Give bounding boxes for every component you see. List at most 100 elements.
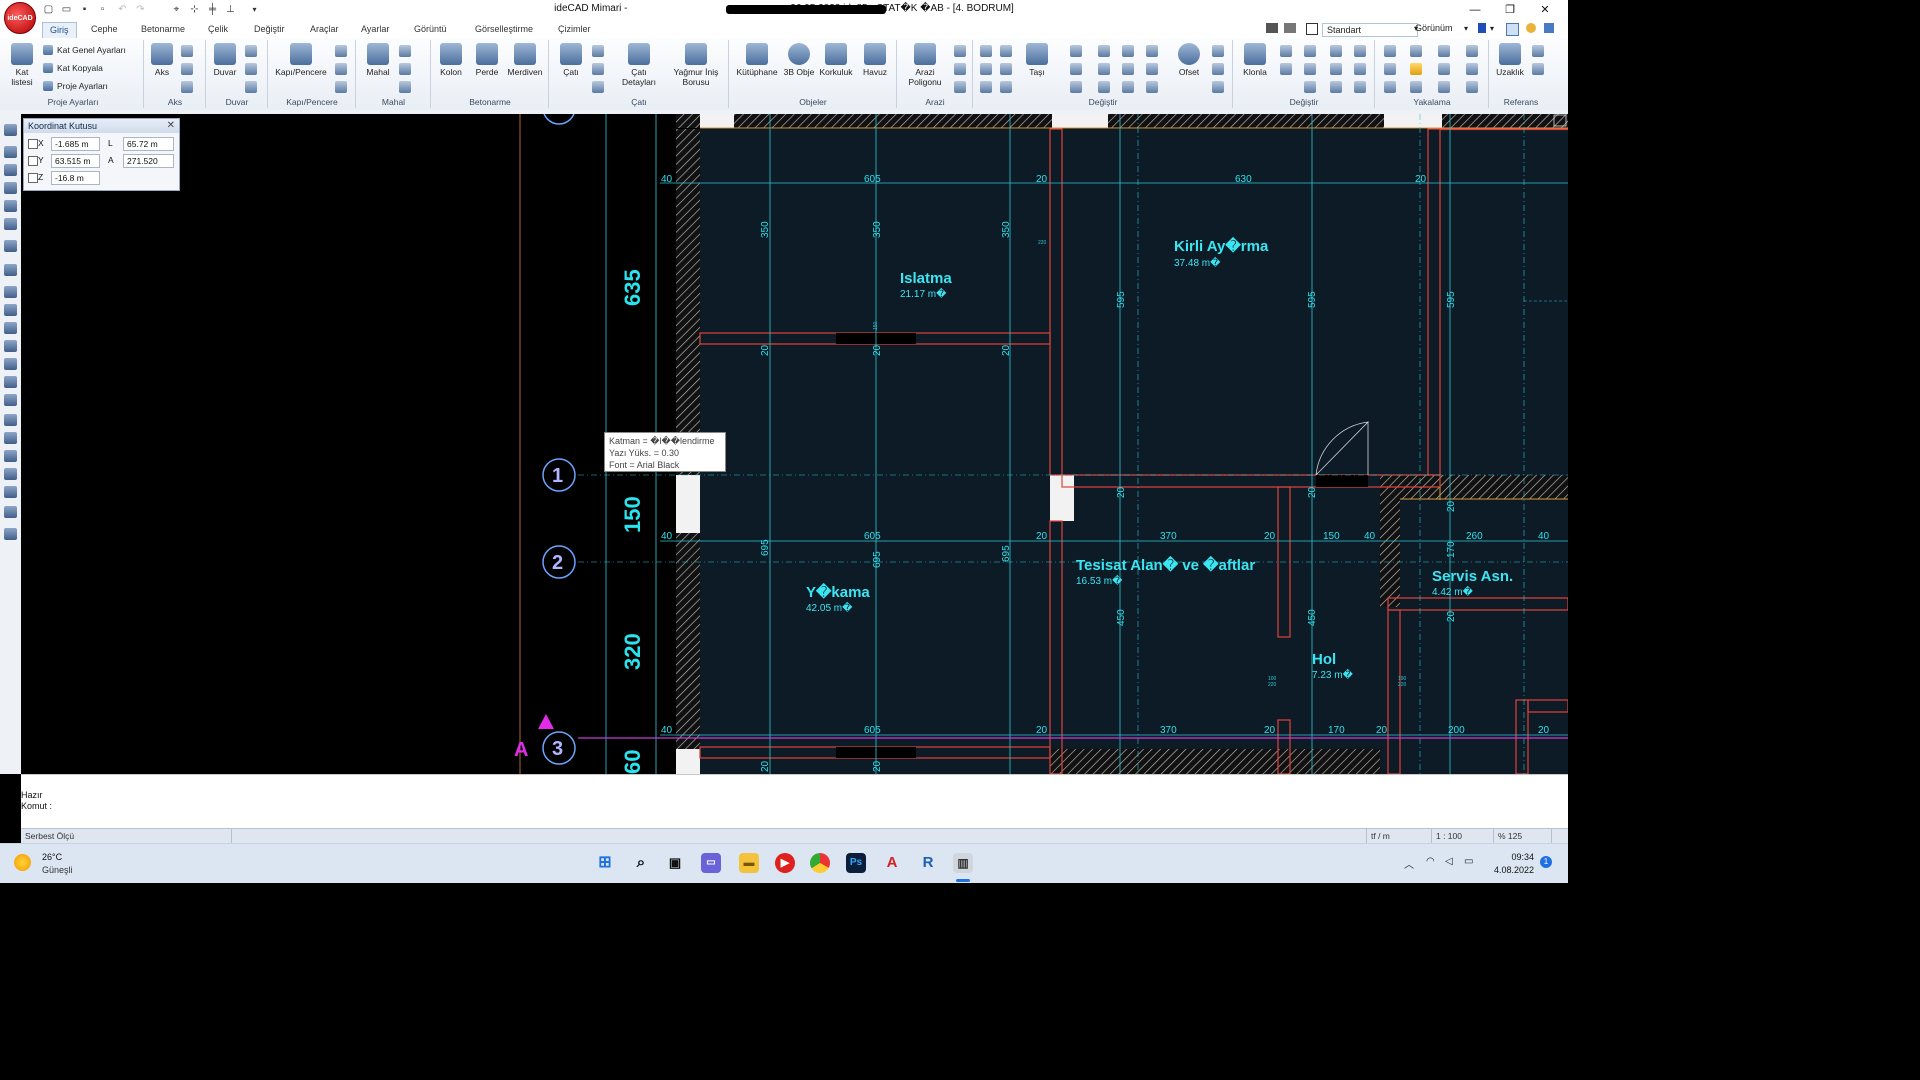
dimension-icon[interactable] xyxy=(4,450,17,462)
selection-icon[interactable] xyxy=(4,146,17,158)
auto-icon[interactable] xyxy=(4,528,17,540)
layers-icon[interactable] xyxy=(1284,23,1296,33)
x-checkbox[interactable] xyxy=(28,139,38,149)
chamfer-icon[interactable] xyxy=(1122,81,1134,93)
start-windows-icon[interactable]: ⊞ xyxy=(595,853,615,873)
tab-goruntu[interactable]: Görüntü xyxy=(407,22,454,37)
revit-icon[interactable]: R xyxy=(918,853,938,873)
help-book-icon[interactable] xyxy=(1478,23,1486,33)
leader-icon[interactable] xyxy=(4,486,17,498)
view-menu[interactable]: Görünüm xyxy=(1415,23,1453,33)
layer-paste-icon[interactable] xyxy=(1304,63,1316,75)
3b-obje-button[interactable]: 3B Obje xyxy=(782,43,816,77)
coordinate-box[interactable]: Koordinat Kutusu ✕ X -1.685 m L 65.72 m … xyxy=(23,118,180,191)
shutter-icon[interactable] xyxy=(335,81,347,93)
scale-icon[interactable] xyxy=(1070,81,1082,93)
app-logo[interactable]: ideCAD xyxy=(4,2,36,34)
room-icon[interactable] xyxy=(399,45,411,57)
opening-icon[interactable] xyxy=(335,63,347,75)
polyline-icon[interactable] xyxy=(4,432,17,444)
klonla-button[interactable]: Klonla xyxy=(1236,43,1274,77)
props-icon[interactable] xyxy=(1354,45,1366,57)
axis-edit-icon[interactable] xyxy=(181,81,193,93)
kapi-pencere-button[interactable]: Kapı/Pencere xyxy=(273,43,329,77)
y-checkbox[interactable] xyxy=(28,156,38,166)
ref-area-icon[interactable] xyxy=(1532,45,1544,57)
match-props-icon[interactable] xyxy=(4,200,17,212)
delete-icon[interactable] xyxy=(1330,63,1342,75)
scale-display[interactable]: 1 : 100 xyxy=(1431,829,1496,844)
snap-quad-icon[interactable] xyxy=(1438,81,1450,93)
properties-icon[interactable] xyxy=(4,182,17,194)
zoom-display[interactable]: % 125 xyxy=(1493,829,1554,844)
tab-araclar[interactable]: Araçlar xyxy=(303,22,346,37)
ofset-button[interactable]: Ofset xyxy=(1172,43,1206,77)
line-icon[interactable] xyxy=(4,414,17,426)
havuz-button[interactable]: Havuz xyxy=(858,43,892,77)
roof-window-icon[interactable] xyxy=(592,81,604,93)
eyedrop-icon[interactable] xyxy=(1354,81,1366,93)
erase-icon[interactable] xyxy=(980,63,992,75)
table-icon[interactable] xyxy=(399,81,411,93)
info-icon[interactable] xyxy=(1526,23,1536,33)
wall-tool-icon[interactable] xyxy=(245,45,257,57)
wall-join-icon[interactable] xyxy=(245,81,257,93)
hatch-tool-icon[interactable] xyxy=(4,218,17,230)
unit-display[interactable]: tf / m xyxy=(1366,829,1431,844)
layer-copy-icon[interactable] xyxy=(1304,45,1316,57)
wifi-icon[interactable]: ◠ xyxy=(1426,856,1435,867)
kat-genel-ayarlari-button[interactable]: Kat Genel Ayarları xyxy=(43,45,126,55)
task-view-icon[interactable]: ▣ xyxy=(665,853,685,873)
window-icon[interactable] xyxy=(335,45,347,57)
array-icon[interactable] xyxy=(1098,81,1110,93)
tab-celik[interactable]: Çelik xyxy=(201,22,235,37)
terrain-point-icon[interactable] xyxy=(954,45,966,57)
paste-icon[interactable] xyxy=(1280,63,1292,75)
drawing-canvas[interactable]: 1 2 3 A 635 150 320 60 40 605 20 630 20 … xyxy=(21,114,1568,774)
proje-ayarlari-button[interactable]: Proje Ayarları xyxy=(43,81,108,91)
media-player-icon[interactable]: ▶ xyxy=(775,853,795,873)
pick-icon[interactable] xyxy=(1000,81,1012,93)
floor-plan-drawing[interactable]: 1 2 3 A 635 150 320 60 40 605 20 630 20 … xyxy=(21,114,1568,774)
tab-ayarlar[interactable]: Ayarlar xyxy=(354,22,396,37)
hatch-icon[interactable] xyxy=(1354,63,1366,75)
cati-detaylari-button[interactable]: Çatı Detayları xyxy=(614,43,664,87)
view-chevron-icon[interactable]: ▾ xyxy=(1464,24,1468,33)
teams-chat-icon[interactable]: ▭ xyxy=(701,853,721,873)
snap-active-icon[interactable] xyxy=(1410,63,1422,75)
tab-cephe[interactable]: Cephe xyxy=(84,22,125,37)
text-icon[interactable] xyxy=(4,468,17,480)
fillet-icon[interactable] xyxy=(1122,63,1134,75)
x-field[interactable]: -1.685 m xyxy=(51,137,100,151)
beam-icon[interactable] xyxy=(4,286,17,298)
snap-grid-icon[interactable] xyxy=(1384,63,1396,75)
snap-perp-icon[interactable] xyxy=(1438,45,1450,57)
match-icon[interactable] xyxy=(1330,45,1342,57)
uzaklik-button[interactable]: Uzaklık xyxy=(1492,43,1528,77)
tab-betonarme[interactable]: Betonarme xyxy=(134,22,192,37)
roof-edit-icon[interactable] xyxy=(592,63,604,75)
copy-icon[interactable] xyxy=(1280,45,1292,57)
purge-icon[interactable] xyxy=(1330,81,1342,93)
ref-list-icon[interactable] xyxy=(1532,63,1544,75)
roof-shape-icon[interactable] xyxy=(592,45,604,57)
snap-near-icon[interactable] xyxy=(1466,63,1478,75)
battery-icon[interactable]: ▭ xyxy=(1464,856,1473,867)
layer-icon[interactable] xyxy=(1266,23,1278,33)
chevron-up-icon[interactable]: ︿ xyxy=(1404,856,1414,871)
select-icon[interactable] xyxy=(980,81,992,93)
mahal-button[interactable]: Mahal xyxy=(361,43,395,77)
weather-sun-icon[interactable] xyxy=(14,854,31,871)
weather-temp[interactable]: 26°C xyxy=(42,852,62,862)
cut-icon[interactable] xyxy=(1212,45,1224,57)
settings-icon[interactable] xyxy=(1544,23,1554,33)
kat-kopyala-button[interactable]: Kat Kopyala xyxy=(43,63,103,73)
chrome-icon[interactable] xyxy=(810,853,830,873)
tab-cizimler[interactable]: Çizimler xyxy=(551,22,598,37)
file-explorer-icon[interactable]: ▬ xyxy=(739,853,759,873)
command-area[interactable]: Hazır Komut : xyxy=(21,774,1568,829)
block-icon[interactable] xyxy=(4,506,17,518)
copy-floor-tool-icon[interactable] xyxy=(4,340,17,352)
help-chevron-icon[interactable]: ▾ xyxy=(1490,24,1494,33)
arazi-poligonu-button[interactable]: Arazi Poligonu xyxy=(900,43,950,87)
